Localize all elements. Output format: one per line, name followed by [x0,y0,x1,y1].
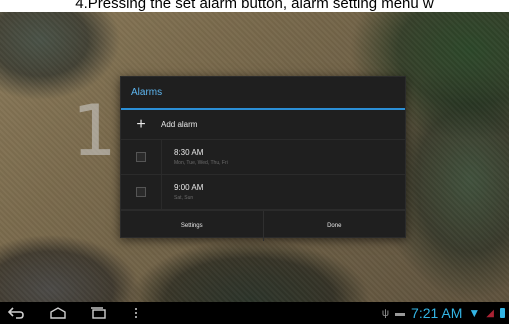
alarm-days: Sat, Sun [174,195,194,201]
alarm-text: 9:00 AM Sat, Sun [162,183,203,201]
notification-icon: ▬ [395,307,406,319]
done-button[interactable]: Done [264,211,406,241]
alarm-checkbox-wrap[interactable] [121,140,162,174]
wifi-icon: ▼ [468,306,481,320]
dialog-title: Alarms [131,87,163,98]
alarm-checkbox[interactable] [136,187,146,197]
recents-icon[interactable] [84,302,112,324]
alarm-time: 9:00 AM [174,183,204,192]
alarm-text: 8:30 AM Mon, Tue, Wed, Thu, Fri [162,148,228,166]
alarm-time: 8:30 AM [174,148,204,157]
alarm-item[interactable]: 8:30 AM Mon, Tue, Wed, Thu, Fri [121,140,405,175]
dialog-button-bar: Settings Done [121,210,405,241]
alarm-item[interactable]: 9:00 AM Sat, Sun [121,175,405,210]
signal-icon: ◢ [486,307,494,319]
plus-icon: + [136,115,146,133]
dialog-header: Alarms [121,77,405,110]
home-icon[interactable] [44,302,72,324]
alarm-checkbox-wrap[interactable] [121,175,162,209]
alarm-days: Mon, Tue, Wed, Thu, Fri [174,160,228,166]
caption-text: 4.Pressing the set alarm button, alarm s… [0,0,509,12]
battery-icon [500,308,505,318]
alarm-checkbox[interactable] [136,152,146,162]
settings-button[interactable]: Settings [121,211,263,241]
status-area: ψ ▬ 7:21 AM ▼ ◢ [382,302,505,324]
system-bar: ψ ▬ 7:21 AM ▼ ◢ [0,302,509,324]
status-time: 7:21 AM [411,305,463,321]
add-alarm-row[interactable]: + Add alarm [121,110,405,140]
back-icon[interactable] [2,302,30,324]
menu-dots-icon[interactable] [122,302,150,324]
usb-icon: ψ [381,307,390,319]
alarms-dialog: Alarms + Add alarm 8:30 AM Mon, Tue, Wed… [120,76,406,241]
add-alarm-label: Add alarm [161,120,198,129]
